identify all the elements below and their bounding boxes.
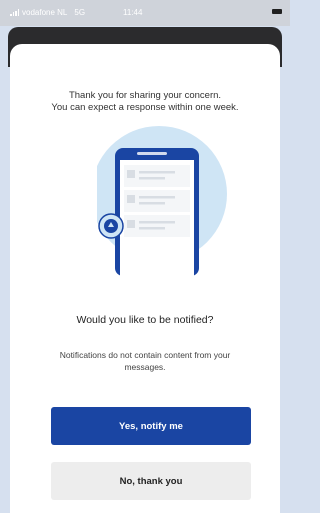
status-bar: vodafone NL 5G 11:44	[0, 0, 290, 26]
list-row-1-icon	[124, 165, 190, 187]
list-row-3-icon	[124, 215, 190, 237]
no-thank-you-button[interactable]: No, thank you	[51, 462, 251, 500]
carrier-label: vodafone NL	[22, 8, 68, 17]
message-line-2: You can expect a response within one wee…	[51, 102, 239, 113]
notification-info: Notifications do not contain content fro…	[59, 350, 231, 372]
confirmation-sheet: Thank you for sharing your concern. You …	[10, 44, 280, 513]
signal-icon	[10, 9, 19, 16]
network-label: 5G	[74, 8, 86, 17]
message-line-1: Thank you for sharing your concern.	[68, 90, 222, 101]
notification-badge-icon	[98, 213, 124, 239]
status-time: 11:44	[123, 8, 143, 17]
status-left: vodafone NL 5G	[10, 8, 85, 17]
phone-illustration	[97, 126, 227, 276]
battery-icon	[272, 9, 282, 14]
list-row-2-icon	[124, 190, 190, 212]
confirmation-message: Thank you for sharing your concern. You …	[10, 90, 280, 114]
notify-me-button[interactable]: Yes, notify me	[51, 407, 251, 445]
notify-question: Would you like to be notified?	[76, 314, 214, 326]
